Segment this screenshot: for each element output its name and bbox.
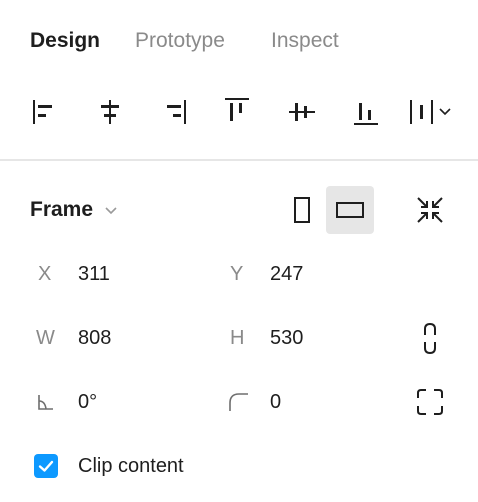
w-label: W <box>36 326 55 349</box>
align-top-icon <box>225 98 249 121</box>
corner-radius-value[interactable]: 0 <box>270 391 281 414</box>
corner-radius-field[interactable]: 0 <box>228 388 281 416</box>
clip-content-checkbox[interactable] <box>34 454 58 478</box>
height-field[interactable]: H 530 <box>230 324 303 352</box>
chevron-down-icon <box>105 207 117 215</box>
align-right-icon <box>167 100 186 124</box>
tab-design[interactable]: Design <box>30 28 100 54</box>
constrain-proportions-button[interactable] <box>410 318 450 358</box>
independent-corners-button[interactable] <box>410 382 450 422</box>
link-icon <box>424 322 436 355</box>
align-vertical-center-icon <box>289 103 315 121</box>
distribute-spacing-dropdown[interactable] <box>406 92 456 132</box>
align-bottom-icon <box>354 103 378 125</box>
independent-corners-icon <box>417 389 443 415</box>
h-label: H <box>230 326 245 349</box>
distribute-spacing-icon <box>410 100 451 124</box>
align-top-button[interactable] <box>217 92 257 132</box>
clip-content-label: Clip content <box>78 454 184 477</box>
resize-to-fit-icon <box>417 197 443 223</box>
y-label: Y <box>230 262 244 285</box>
y-field[interactable]: Y 247 <box>230 260 303 288</box>
clip-content-option[interactable]: Clip content <box>34 452 184 480</box>
portrait-icon <box>294 197 310 223</box>
rotation-value[interactable]: 0° <box>78 391 97 414</box>
tab-prototype[interactable]: Prototype <box>135 28 225 54</box>
x-value[interactable]: 311 <box>78 263 110 286</box>
align-left-button[interactable] <box>24 92 64 132</box>
rotation-icon <box>38 395 53 410</box>
corner-radius-icon <box>229 393 248 411</box>
y-value[interactable]: 247 <box>270 263 303 286</box>
align-horizontal-center-button[interactable] <box>90 92 130 132</box>
align-bottom-button[interactable] <box>346 92 386 132</box>
resize-to-fit-button[interactable] <box>410 190 450 230</box>
landscape-orientation-button[interactable] <box>326 186 374 234</box>
alignment-toolbar <box>0 92 478 132</box>
align-vertical-center-button[interactable] <box>282 92 322 132</box>
align-right-button[interactable] <box>155 92 195 132</box>
tab-inspect[interactable]: Inspect <box>271 28 339 54</box>
section-divider <box>0 159 478 161</box>
checkmark-icon <box>38 460 54 472</box>
rotation-field[interactable]: 0° <box>36 388 97 416</box>
design-panel: Design Prototype Inspect Frame X 311 Y 2… <box>0 0 478 502</box>
portrait-orientation-button[interactable] <box>278 186 326 234</box>
align-left-icon <box>33 100 52 124</box>
frame-preset-dropdown[interactable]: Frame <box>30 196 119 224</box>
h-value[interactable]: 530 <box>270 327 303 350</box>
x-field[interactable]: X 311 <box>38 260 110 288</box>
w-value[interactable]: 808 <box>78 327 111 350</box>
x-label: X <box>38 262 52 285</box>
align-horizontal-center-icon <box>101 100 119 124</box>
frame-title: Frame <box>30 198 94 221</box>
landscape-icon <box>336 202 364 218</box>
width-field[interactable]: W 808 <box>36 324 111 352</box>
